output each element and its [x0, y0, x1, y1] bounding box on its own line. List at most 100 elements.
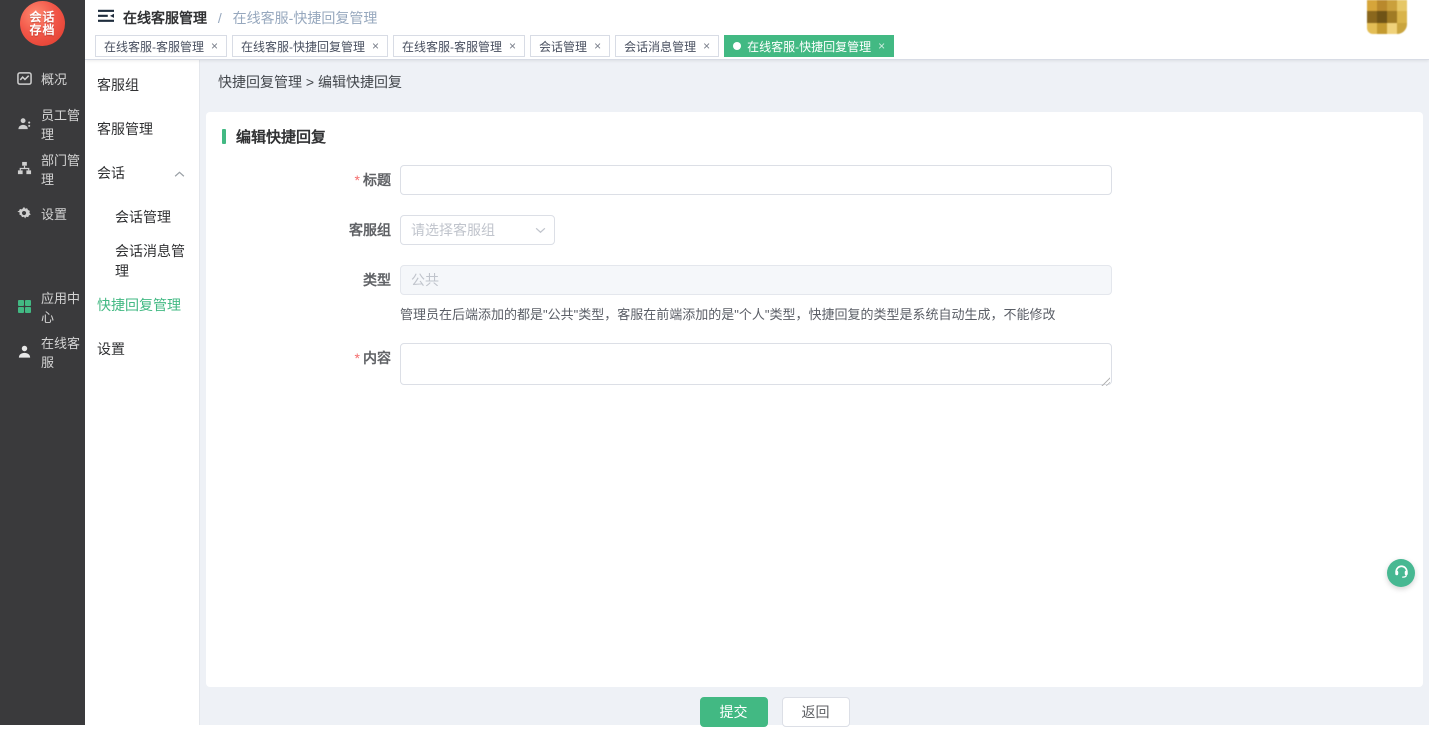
sidebar-item-settings[interactable]: 设置: [0, 191, 85, 236]
content-label: *内容: [222, 343, 400, 373]
view-tab[interactable]: 在线客服-快捷回复管理 ×: [232, 35, 388, 57]
close-tab-icon[interactable]: ×: [878, 40, 885, 52]
view-tab[interactable]: 在线客服-客服管理 ×: [393, 35, 525, 57]
form-row-service-group: 客服组 请选择客服组: [222, 215, 1407, 245]
floating-customer-service-button[interactable]: [1387, 559, 1415, 587]
app-logo-circle: 会话 存档: [20, 1, 65, 46]
close-tab-icon[interactable]: ×: [211, 40, 218, 52]
logo-text-line2: 存档: [29, 24, 55, 37]
close-tab-icon[interactable]: ×: [509, 40, 516, 52]
active-tab-dot-icon: [733, 42, 741, 50]
subnav-item-session[interactable]: 会话: [85, 151, 199, 195]
sidebar-item-label: 概况: [41, 69, 67, 88]
form-row-title: *标题: [222, 165, 1407, 195]
subnav-item-quick-reply-management[interactable]: 快捷回复管理: [85, 283, 199, 327]
type-help-text: 管理员在后端添加的都是"公共"类型，客服在前端添加的是"个人"类型，快捷回复的类…: [400, 304, 1112, 323]
required-asterisk: *: [355, 172, 360, 188]
subnav-label: 快捷回复管理: [97, 295, 181, 315]
view-tab[interactable]: 会话管理 ×: [530, 35, 610, 57]
view-tab[interactable]: 在线客服-客服管理 ×: [95, 35, 227, 57]
service-group-select[interactable]: 请选择客服组: [400, 215, 555, 245]
sidebar-item-department[interactable]: 部门管理: [0, 146, 85, 191]
avatar[interactable]: [1367, 0, 1407, 34]
staff-icon: [17, 116, 32, 131]
content-label-text: 内容: [363, 350, 391, 366]
logo-text-line1: 会话: [29, 11, 55, 24]
view-tab[interactable]: 在线客服-快捷回复管理 ×: [724, 35, 894, 57]
sidebar-spacer: [0, 236, 85, 284]
main-content: 快捷回复管理 > 编辑快捷回复 编辑快捷回复 *标题 客服组 请选择客服组: [200, 60, 1429, 725]
breadcrumb-section[interactable]: 在线客服管理: [123, 10, 207, 26]
subnav-item-session-message-management[interactable]: 会话消息管理: [85, 239, 199, 283]
section-title-text: 编辑快捷回复: [236, 126, 326, 147]
required-asterisk: *: [355, 350, 360, 366]
title-label-text: 标题: [363, 172, 391, 188]
subnav-label: 会话管理: [115, 207, 171, 227]
page-breadcrumb: 快捷回复管理 > 编辑快捷回复: [200, 60, 1429, 104]
chevron-up-icon: [174, 165, 185, 181]
close-tab-icon[interactable]: ×: [703, 40, 710, 52]
tab-label: 在线客服-客服管理: [402, 38, 502, 55]
secondary-sidebar: 客服组 客服管理 会话 会话管理 会话消息管理 快捷回复管理 设置: [85, 60, 200, 725]
sidebar-item-label: 设置: [41, 204, 67, 223]
sidebar-collapse-icon[interactable]: [97, 8, 115, 24]
content-textarea[interactable]: [400, 343, 1112, 385]
form-row-content: *内容: [222, 343, 1407, 390]
back-button[interactable]: 返回: [782, 697, 850, 727]
submit-button[interactable]: 提交: [700, 697, 768, 727]
subnav-label: 客服管理: [97, 119, 153, 139]
section-title: 编辑快捷回复: [222, 126, 1407, 147]
service-group-label-text: 客服组: [349, 222, 391, 238]
service-group-label: 客服组: [222, 215, 400, 245]
sidebar-item-app-center[interactable]: 应用中心: [0, 284, 85, 329]
top-header: 在线客服管理 / 在线客服-快捷回复管理: [85, 0, 1429, 33]
breadcrumb-separator: /: [218, 10, 222, 26]
tags-view-bar: 在线客服-客服管理 × 在线客服-快捷回复管理 × 在线客服-客服管理 × 会话…: [85, 33, 1429, 60]
form-footer: 提交 返回: [160, 687, 1389, 732]
view-tab[interactable]: 会话消息管理 ×: [615, 35, 719, 57]
select-placeholder: 请选择客服组: [411, 220, 535, 240]
subnav-label: 设置: [97, 339, 125, 359]
apps-grid-icon: [17, 299, 32, 314]
subnav-item-session-management[interactable]: 会话管理: [85, 195, 199, 239]
subnav-item-service-management[interactable]: 客服管理: [85, 107, 199, 151]
form-row-type: 类型 公共 管理员在后端添加的都是"公共"类型，客服在前端添加的是"个人"类型，…: [222, 265, 1407, 323]
section-accent-bar: [222, 129, 226, 144]
subnav-label: 客服组: [97, 75, 139, 95]
sidebar-item-label: 部门管理: [41, 150, 85, 188]
tab-label: 会话消息管理: [624, 38, 696, 55]
edit-quick-reply-card: 编辑快捷回复 *标题 客服组 请选择客服组: [206, 112, 1423, 687]
tab-label: 在线客服-客服管理: [104, 38, 204, 55]
title-input[interactable]: [400, 165, 1112, 195]
close-tab-icon[interactable]: ×: [594, 40, 601, 52]
subnav-item-settings[interactable]: 设置: [85, 327, 199, 371]
breadcrumb-page: 在线客服-快捷回复管理: [233, 10, 378, 26]
chevron-down-icon: [535, 221, 546, 239]
headset-icon: [1393, 562, 1410, 584]
subnav-label: 会话: [97, 163, 125, 183]
department-tree-icon: [17, 161, 32, 176]
primary-sidebar: 会话 存档 概况 员工管理 部门管理 设置 应用中心: [0, 0, 85, 725]
close-tab-icon[interactable]: ×: [372, 40, 379, 52]
sidebar-item-label: 应用中心: [41, 288, 85, 326]
app-logo[interactable]: 会话 存档: [0, 0, 85, 56]
gear-icon: [17, 206, 32, 221]
type-label-text: 类型: [363, 272, 391, 288]
subnav-label: 会话消息管理: [115, 241, 185, 281]
sidebar-item-label: 员工管理: [41, 105, 85, 143]
breadcrumb: 在线客服管理 / 在线客服-快捷回复管理: [123, 8, 377, 28]
sidebar-item-overview[interactable]: 概况: [0, 56, 85, 101]
sidebar-item-online-service[interactable]: 在线客服: [0, 329, 85, 374]
type-label: 类型: [222, 265, 400, 295]
subnav-item-service-group[interactable]: 客服组: [85, 63, 199, 107]
tab-label: 在线客服-快捷回复管理: [747, 38, 871, 55]
customer-service-icon: [17, 344, 32, 359]
sidebar-item-label: 在线客服: [41, 333, 85, 371]
tab-label: 在线客服-快捷回复管理: [241, 38, 365, 55]
title-label: *标题: [222, 165, 400, 195]
sidebar-item-staff[interactable]: 员工管理: [0, 101, 85, 146]
type-input-disabled: 公共: [400, 265, 1112, 295]
overview-chart-icon: [17, 71, 32, 86]
tab-label: 会话管理: [539, 38, 587, 55]
page-breadcrumb-text: 快捷回复管理 > 编辑快捷回复: [218, 72, 402, 92]
